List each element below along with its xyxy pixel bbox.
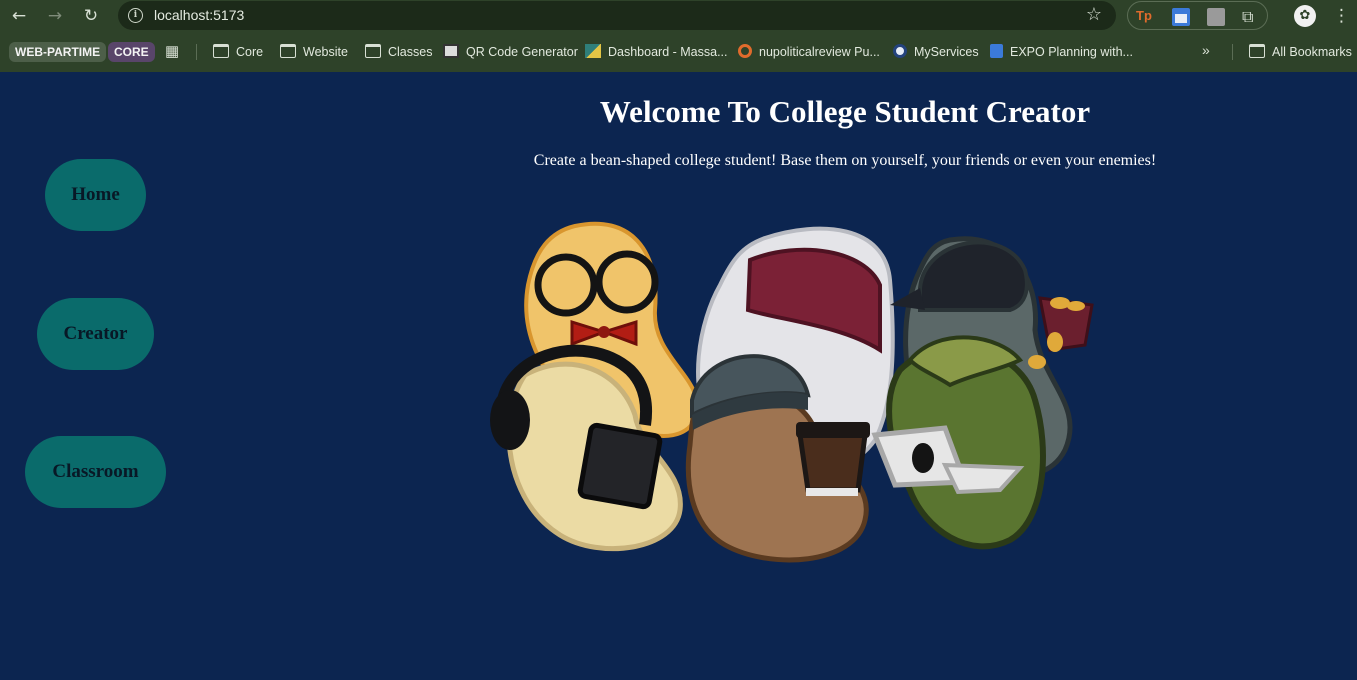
- qr-code-icon: [443, 44, 459, 58]
- bookmarks-divider: [196, 44, 197, 60]
- bookmark-chip-core[interactable]: CORE: [108, 42, 155, 62]
- bookmark-label: Core: [236, 45, 264, 59]
- bookmark-core[interactable]: Core: [213, 42, 263, 62]
- bookmark-label: Website: [303, 45, 348, 59]
- site-info-icon[interactable]: i: [128, 8, 143, 23]
- classroom-button[interactable]: Classroom: [25, 436, 166, 508]
- folder-icon: [365, 44, 381, 58]
- bookmark-label: Classes: [388, 45, 433, 59]
- page-subtitle: Create a bean-shaped college student! Ba…: [533, 152, 1157, 169]
- creator-button[interactable]: Creator: [37, 298, 154, 370]
- apps-grid-icon[interactable]: ▦: [165, 44, 181, 60]
- image-extension-icon[interactable]: [1207, 8, 1225, 26]
- bookmark-label: All Bookmarks: [1272, 45, 1352, 59]
- bookmark-label: nupoliticalreview Pu...: [759, 45, 880, 59]
- tablet-icon: [577, 422, 663, 510]
- bookmark-chip-web-partime[interactable]: WEB-PARTIME: [9, 42, 107, 62]
- folder-icon: [280, 44, 296, 58]
- folder-icon: [1249, 44, 1265, 58]
- docs-icon: [990, 44, 1003, 58]
- myservices-icon: [893, 44, 907, 58]
- bookmark-expo-planning[interactable]: EXPO Planning with...: [990, 42, 1133, 62]
- bookmark-myservices[interactable]: MyServices: [893, 42, 979, 62]
- bookmark-dashboard[interactable]: Dashboard - Massa...: [585, 42, 728, 62]
- bean-students-illustration: [490, 221, 1094, 563]
- calendar-extension-icon[interactable]: [1172, 8, 1190, 26]
- app-page: Home Creator Classroom Welcome To Colleg…: [0, 72, 1357, 680]
- bookmark-label: QR Code Generator: [466, 45, 578, 59]
- forward-icon[interactable]: →: [44, 5, 66, 27]
- address-bar[interactable]: i localhost:5173 ☆: [118, 1, 1116, 30]
- extensions-puzzle-icon[interactable]: ⧉: [1242, 8, 1260, 26]
- extensions-group: Tp ⧉: [1127, 1, 1268, 30]
- browser-menu-icon[interactable]: ⋮: [1333, 5, 1350, 27]
- bookmark-website[interactable]: Website: [280, 42, 348, 62]
- coffee-cup-icon: [797, 432, 868, 493]
- folder-icon: [213, 44, 229, 58]
- reload-icon[interactable]: ↻: [80, 5, 102, 27]
- nupoliticalreview-icon: [738, 44, 752, 58]
- browser-toolbar: ← → ↻ i localhost:5173 ☆ Tp ⧉ ✿ ⋮: [0, 0, 1357, 32]
- page-title: Welcome To College Student Creator: [599, 94, 1091, 129]
- browser-chrome: ← → ↻ i localhost:5173 ☆ Tp ⧉ ✿ ⋮ WEB-PA…: [0, 0, 1357, 72]
- all-bookmarks[interactable]: All Bookmarks: [1249, 42, 1352, 62]
- profile-avatar[interactable]: ✿: [1294, 5, 1316, 27]
- laptop-bean: [871, 335, 1046, 550]
- dashboard-icon: [585, 44, 601, 58]
- bookmark-label: MyServices: [914, 45, 979, 59]
- back-icon[interactable]: ←: [8, 5, 30, 27]
- bookmarks-divider: [1232, 44, 1233, 60]
- bookmark-label: Dashboard - Massa...: [608, 45, 728, 59]
- more-bookmarks-chevron-icon[interactable]: »: [1202, 42, 1210, 58]
- bookmark-qr-code-generator[interactable]: QR Code Generator: [443, 42, 578, 62]
- bookmark-nupoliticalreview[interactable]: nupoliticalreview Pu...: [738, 42, 880, 62]
- bookmarks-bar: WEB-PARTIME CORE ▦ Core Website Classes …: [0, 38, 1357, 66]
- bookmark-star-icon[interactable]: ☆: [1086, 4, 1102, 25]
- bookmark-label: EXPO Planning with...: [1010, 45, 1133, 59]
- url-text[interactable]: localhost:5173: [154, 7, 244, 23]
- bookmark-classes[interactable]: Classes: [365, 42, 432, 62]
- home-button[interactable]: Home: [45, 159, 146, 231]
- tp-extension-icon[interactable]: Tp: [1136, 8, 1154, 26]
